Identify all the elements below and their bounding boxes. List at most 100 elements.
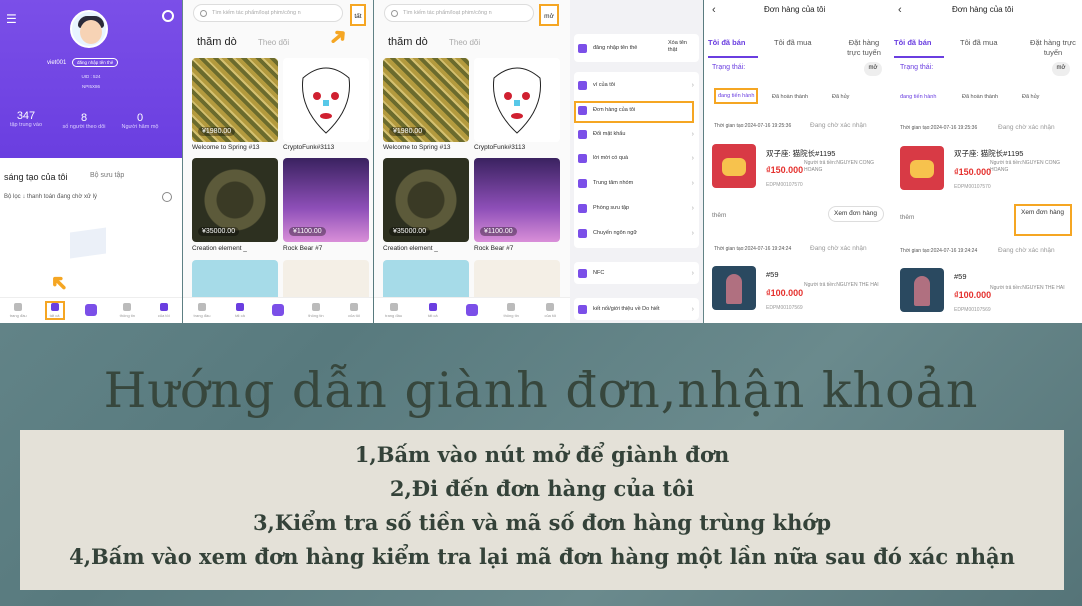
nft-card[interactable]: ¥1100.00	[283, 158, 369, 242]
order-status: Đang chờ xác nhận	[810, 122, 867, 129]
tab-create-plus[interactable]	[462, 303, 482, 318]
search-icon	[200, 10, 207, 17]
order-image[interactable]	[900, 268, 944, 312]
card-title: Creation element _	[383, 245, 438, 252]
profile-header: ☰ viet001 đăng nhập tên thẻ UID : 524 NP…	[0, 0, 182, 158]
tab-info[interactable]: thông tin	[501, 303, 521, 318]
filter-dropdown[interactable]: Bộ lọc ↓ thanh toán đang chờ xử lý	[4, 194, 97, 200]
filter-cancelled[interactable]: Đã hủy	[832, 94, 849, 100]
tab-follow[interactable]: Theo dõi	[258, 38, 289, 47]
filter-completed[interactable]: Đã hoàn thành	[962, 94, 998, 100]
nft-card[interactable]: ¥35000.00	[383, 158, 469, 242]
account-menu-screen: đăng nhập tên thẻ Xóa tên thật ví của tô…	[570, 0, 703, 323]
tab-explore[interactable]: thăm dò	[388, 36, 428, 48]
group-icon	[578, 178, 587, 188]
menu-item-group-center[interactable]: Trung tâm nhóm ›	[578, 174, 698, 192]
clear-real-name-button[interactable]: Xóa tên thật	[668, 40, 696, 54]
guide-step: 2,Đi đến đơn hàng của tôi	[389, 476, 695, 501]
language-icon	[578, 228, 587, 238]
filter-completed[interactable]: Đã hoàn thành	[772, 94, 808, 100]
nft-card[interactable]: ¥35000.00	[192, 158, 278, 242]
menu-icon[interactable]: ☰	[6, 12, 17, 26]
tab-online-order[interactable]: Đặt hàng trực tuyến	[842, 38, 886, 58]
nft-card[interactable]: ¥1980.00	[383, 58, 469, 142]
tab-explore[interactable]: thăm dò	[197, 36, 237, 48]
lock-icon	[578, 129, 587, 139]
avatar[interactable]	[70, 10, 108, 48]
intro-row[interactable]: kết nối/giới thiệu về Do hiết ›	[574, 298, 699, 320]
stat-followers[interactable]: 8 số người theo dõi	[58, 112, 110, 131]
order-image[interactable]	[712, 266, 756, 310]
tab-my-creations[interactable]: sáng tạo của tôi	[4, 172, 68, 182]
tab-online-order[interactable]: Đặt hàng trực tuyến	[1028, 38, 1078, 58]
orders-screen-1: ‹ Đơn hàng của tôi Tôi đã bán Tôi đã mua…	[704, 0, 890, 323]
menu-item-invite[interactable]: lời mời có quà ›	[578, 149, 698, 167]
menu-item-collection-room[interactable]: Phòng sưu tập ›	[578, 199, 698, 217]
tab-all[interactable]: tất cả	[44, 301, 65, 320]
order-status: Đang chờ xác nhận	[998, 124, 1055, 131]
menu-item-change-password[interactable]: Đổi mật khẩu ›	[578, 125, 698, 143]
nft-card[interactable]	[283, 58, 369, 142]
tab-mine[interactable]: của tôi	[154, 303, 174, 318]
status-open-button[interactable]: mở	[1052, 62, 1070, 76]
search-icon[interactable]	[162, 192, 172, 202]
status-open-button[interactable]: mở	[864, 62, 882, 76]
search-icon	[391, 10, 398, 17]
tab-follow[interactable]: Theo dõi	[449, 38, 480, 47]
gear-icon[interactable]	[162, 10, 174, 22]
open-button[interactable]: mở	[539, 4, 559, 26]
tab-home[interactable]: trang đầu	[384, 303, 404, 318]
order-image[interactable]	[900, 146, 944, 190]
order-price: ₫100.000	[766, 288, 804, 298]
tab-mine[interactable]: của tôi	[344, 303, 364, 318]
menu-item-language[interactable]: Chuyển ngôn ngữ ›	[578, 224, 698, 242]
nft-card[interactable]	[474, 58, 560, 142]
tab-all[interactable]: tất cả	[423, 303, 443, 318]
stat-fans[interactable]: 0 Người hâm mộ	[118, 112, 162, 131]
card-title: Rock Bear #7	[474, 245, 514, 252]
tab-home[interactable]: trang đầu	[192, 303, 212, 318]
view-order-button[interactable]: Xem đơn hàng	[1014, 204, 1072, 236]
login-badge[interactable]: đăng nhập tên thẻ	[72, 58, 119, 67]
menu-item-wallet[interactable]: ví của tôi ›	[578, 76, 698, 94]
order-price: ₫100.000	[954, 290, 992, 300]
nfc-row[interactable]: NFC ›	[574, 262, 699, 284]
back-icon[interactable]: ‹	[898, 4, 902, 16]
more-link[interactable]: thêm	[712, 212, 726, 219]
tab-collection[interactable]: Bộ sưu tập	[90, 172, 124, 179]
tab-all[interactable]: tất cả	[230, 303, 250, 318]
filter-in-progress[interactable]: đang tiến hành	[900, 94, 936, 100]
search-input[interactable]: Tìm kiếm tác phẩm/loạt phim/công n	[384, 4, 534, 22]
tab-bought[interactable]: Tôi đã mua	[774, 38, 812, 47]
nft-card[interactable]: ¥1100.00	[474, 158, 560, 242]
order-name: #59	[954, 272, 967, 281]
login-label[interactable]: đăng nhập tên thẻ	[593, 45, 637, 51]
collection-icon	[578, 203, 587, 213]
tab-bought[interactable]: Tôi đã mua	[960, 38, 998, 47]
bottom-tabbar: trang đầu tất cả thông tin của tôi	[183, 297, 373, 323]
view-order-button[interactable]: Xem đơn hàng	[828, 206, 884, 223]
order-code: EDPM00107569	[954, 307, 991, 313]
tab-sold[interactable]: Tôi đã bán	[894, 38, 932, 47]
nft-card[interactable]: ¥1980.00	[192, 58, 278, 142]
tab-create-plus[interactable]	[268, 303, 288, 318]
more-link[interactable]: thêm	[900, 214, 914, 221]
filter-cancelled[interactable]: Đã hủy	[1022, 94, 1039, 100]
order-price: ₫150.000	[766, 165, 804, 175]
bottom-tabbar: trang đầu tất cả thông tin của tôi	[0, 297, 182, 323]
tab-info[interactable]: thông tin	[117, 303, 137, 318]
tab-sold[interactable]: Tôi đã bán	[708, 38, 746, 47]
stat-following[interactable]: 347 tập trung vào	[6, 110, 46, 129]
search-input[interactable]: Tìm kiếm tác phẩm/loạt phim/công n	[193, 4, 343, 22]
guide-headline: Hướng dẫn giành đơn,nhận khoản	[103, 362, 979, 419]
tab-home[interactable]: trang đầu	[8, 303, 28, 318]
search-button[interactable]: tất	[350, 4, 366, 26]
filter-in-progress[interactable]: đang tiến hành	[714, 88, 759, 104]
order-image[interactable]	[712, 144, 756, 188]
tab-info[interactable]: thông tin	[306, 303, 326, 318]
tab-create-plus[interactable]	[81, 303, 101, 318]
tab-mine[interactable]: của tôi	[540, 303, 560, 318]
bottom-tabbar: trang đầu tất cả thông tin của tôi	[374, 297, 570, 323]
order-payer: Người trả tiền:NGUYEN CONG HOANG	[990, 160, 1060, 173]
back-icon[interactable]: ‹	[712, 4, 716, 16]
